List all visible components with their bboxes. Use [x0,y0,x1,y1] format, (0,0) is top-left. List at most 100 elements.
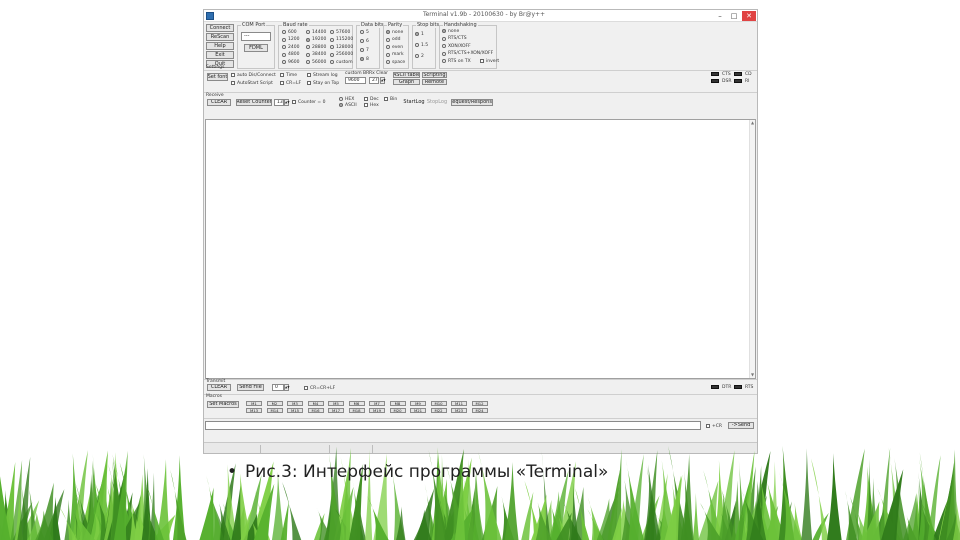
connect-button[interactable]: Connect [206,24,234,32]
macro-button-m14[interactable]: M14 [266,408,283,413]
stop-log-button[interactable]: StopLog [426,99,448,106]
parity-none-radio[interactable]: none [386,29,403,35]
invert-check[interactable]: invert [480,58,499,64]
macro-button-m8[interactable]: M8 [389,401,406,406]
transmit-stepper[interactable]: ▲▼ [284,384,290,391]
custom-br-field[interactable]: 9600 [345,77,366,84]
stopbits-1-radio[interactable]: 1.5 [415,42,428,48]
ascii-table-button[interactable]: ASCII table [393,72,420,78]
macro-button-m15[interactable]: M15 [287,408,303,413]
receive-textarea[interactable]: ▲ ▼ [205,119,756,379]
bin-check[interactable]: Bin [384,96,397,102]
auto-dis-connect-check[interactable]: auto Dis/Connect [231,72,276,78]
macro-button-m11[interactable]: M11 [451,401,467,406]
stopbits-2-radio[interactable]: 2 [415,53,424,59]
stream-log-check[interactable]: Stream log [307,72,338,78]
baud-600-radio[interactable]: 600 [282,29,297,35]
baud-256000-radio[interactable]: 256000 [330,52,353,58]
stay-on-top-check[interactable]: Stay on Top [307,80,339,86]
macro-button-m19[interactable]: M19 [369,408,385,413]
rx-clear-field[interactable]: 27 [369,77,379,84]
macro-button-m5[interactable]: M5 [328,401,344,406]
baud-28800-radio[interactable]: 28800 [306,44,326,50]
baud-38400-radio[interactable]: 38400 [306,52,326,58]
request-response-button[interactable]: Request/Response [451,99,493,106]
rescan-button[interactable]: ReScan [206,33,234,41]
scroll-up-icon[interactable]: ▲ [750,120,755,126]
macro-button-m24[interactable]: M24 [471,408,488,413]
macro-button-m22[interactable]: M22 [430,408,447,413]
plus-cr-check[interactable]: +CR [706,423,722,429]
parity-even-radio[interactable]: even [386,44,403,50]
dtr-led[interactable] [711,385,719,389]
cr-crlf-check[interactable]: CR=CR+LF [304,385,335,391]
start-log-button[interactable]: StartLog [403,99,425,106]
macro-button-m17[interactable]: M17 [328,408,344,413]
databits-6-radio[interactable]: 6 [360,38,369,44]
baud-custom-radio[interactable]: custom [330,59,353,65]
fdml-button[interactable]: FDML [244,44,268,52]
baud-1200-radio[interactable]: 1200 [282,37,299,43]
baud-9600-radio[interactable]: 9600 [282,59,299,65]
macro-button-m20[interactable]: M20 [389,408,406,413]
scroll-down-icon[interactable]: ▼ [750,372,755,378]
macro-button-m12[interactable]: M12 [471,401,488,406]
hs-3-radio[interactable]: RTS/CTS+XON/XOFF [442,51,493,57]
baud-115200-radio[interactable]: 115200 [330,37,353,43]
set-macros-button[interactable]: Set Macros [207,401,239,408]
baud-4800-radio[interactable]: 4800 [282,52,299,58]
receive-scrollbar[interactable]: ▲ ▼ [749,120,755,378]
macro-button-m1[interactable]: M1 [246,401,262,406]
help-button[interactable]: Help [206,42,234,50]
hs-4-radio[interactable]: RTS on TX [442,58,471,64]
macro-button-m6[interactable]: M6 [348,401,365,406]
databits-5-radio[interactable]: 5 [360,29,369,35]
stopbits-0-radio[interactable]: 1 [415,31,424,37]
set-font-button[interactable]: Set font [207,73,228,81]
reset-counter-button[interactable]: Reset Counter [236,99,272,106]
scripting-button[interactable]: Scripting [422,72,447,78]
cr-lf-check[interactable]: CR=LF [280,80,301,86]
hs-1-radio[interactable]: RTS/CTS [442,36,467,42]
macro-button-m23[interactable]: M23 [451,408,467,413]
macro-button-m16[interactable]: M16 [307,408,324,413]
hex2-check[interactable]: Hex [364,102,379,108]
macro-button-m3[interactable]: M3 [287,401,303,406]
baud-2400-radio[interactable]: 2400 [282,44,299,50]
databits-8-radio[interactable]: 8 [360,56,369,62]
counter-stepper[interactable]: ▲▼ [284,99,290,106]
send-file-button[interactable]: Send File [237,384,264,391]
parity-mark-radio[interactable]: mark [386,52,404,58]
time-check[interactable]: Time [280,72,297,78]
databits-7-radio[interactable]: 7 [360,47,369,53]
parity-odd-radio[interactable]: odd [386,37,400,43]
baud-57600-radio[interactable]: 57600 [330,29,350,35]
exit-button[interactable]: Exit [206,51,234,59]
rts-led[interactable] [734,385,742,389]
macro-button-m4[interactable]: M4 [307,401,324,406]
baud-128000-radio[interactable]: 128000 [330,44,353,50]
macro-button-m13[interactable]: M13 [246,408,262,413]
baud-56000-radio[interactable]: 56000 [306,59,326,65]
macro-button-m7[interactable]: M7 [369,401,385,406]
baud-19200-radio[interactable]: 19200 [306,37,326,43]
minimize-button[interactable]: – [714,11,726,21]
macro-button-m18[interactable]: M18 [348,408,365,413]
transmit-field[interactable]: 0 [272,384,284,391]
autostart-script-check[interactable]: AutoStart Script [231,80,273,86]
rx-clear-stepper[interactable]: ▲▼ [380,77,386,84]
send-input[interactable] [205,421,701,430]
send-button[interactable]: ->Send [728,422,754,429]
remote-button[interactable]: Remote [422,79,447,85]
com-port-select[interactable]: --- [241,32,271,41]
receive-clear-button[interactable]: CLEAR [207,99,231,106]
transmit-clear-button[interactable]: CLEAR [207,384,231,391]
macro-button-m21[interactable]: M21 [410,408,426,413]
macro-button-m2[interactable]: M2 [266,401,283,406]
close-button[interactable]: ✕ [742,11,756,21]
macro-button-m9[interactable]: M9 [410,401,426,406]
counter-field[interactable]: 13 [274,99,284,106]
hs-0-radio[interactable]: none [442,28,459,34]
macro-button-m10[interactable]: M10 [430,401,447,406]
parity-space-radio[interactable]: space [386,59,405,65]
